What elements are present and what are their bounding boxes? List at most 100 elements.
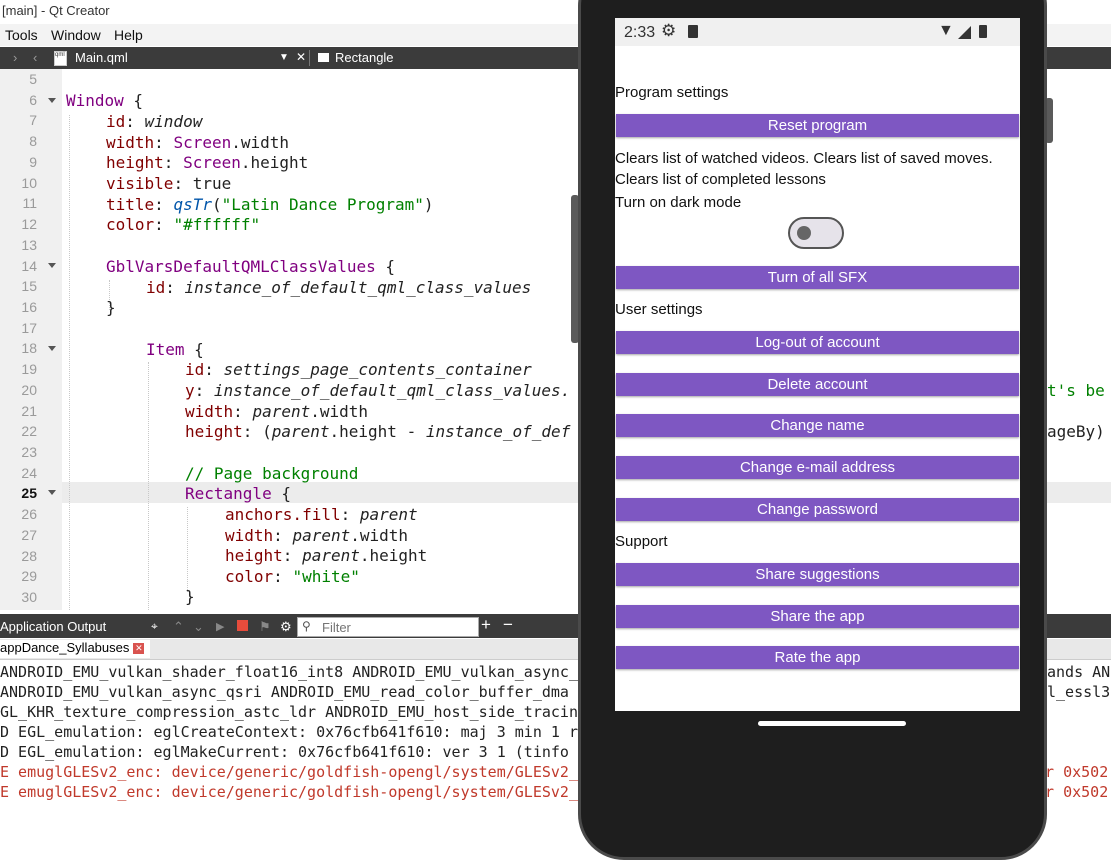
fold-marker-icon[interactable] (48, 490, 56, 495)
code-line-27: width: parent.width (225, 526, 409, 545)
line-number: 29 (21, 568, 37, 584)
status-clock: 2:33 (624, 24, 656, 41)
line-number: 15 (21, 278, 37, 294)
change-password-button[interactable]: Change password (616, 498, 1019, 521)
line-number: 8 (29, 133, 37, 149)
filter-input[interactable] (320, 618, 474, 636)
line-number: 27 (21, 527, 37, 543)
code-line-28: height: parent.height (225, 546, 428, 565)
line-number: 17 (21, 320, 37, 336)
search-icon: ⚲ (302, 619, 311, 633)
qml-file-icon: qml (54, 51, 67, 66)
code-line-22: height: (parent.height - instance_of_def (185, 422, 571, 441)
nav-forward-icon[interactable]: › (13, 50, 17, 65)
rate-app-button[interactable]: Rate the app (616, 646, 1019, 669)
line-number: 5 (29, 71, 37, 87)
logout-button[interactable]: Log-out of account (616, 331, 1019, 354)
plus-icon[interactable]: + (481, 615, 491, 635)
output-line: ANDROID_EMU_vulkan_shader_float16_int8 A… (0, 663, 597, 681)
code-line-11: title: qsTr("Latin Dance Program") (106, 195, 434, 214)
file-tab[interactable]: Main.qml (75, 50, 128, 65)
share-app-button[interactable]: Share the app (616, 605, 1019, 628)
turn-off-sfx-button[interactable]: Turn of all SFX (616, 266, 1019, 289)
attach-debugger-icon[interactable]: ⚑ (259, 619, 271, 635)
line-number: 7 (29, 112, 37, 128)
stop-icon[interactable] (237, 620, 248, 631)
output-tab-label: appDance_Syllabuses (0, 640, 130, 655)
menu-window[interactable]: Window (51, 27, 101, 43)
code-line-12: color: "#ffffff" (106, 215, 261, 234)
rectangle-symbol-icon (318, 53, 329, 62)
fold-marker-icon[interactable] (48, 263, 56, 268)
phone-screen: 2:33 ⚙ ▼ Program settings Reset program … (615, 18, 1020, 711)
toolbar-divider (309, 50, 310, 66)
output-line-tail: l_essl3 (1047, 683, 1111, 701)
minus-icon[interactable]: − (503, 615, 513, 635)
output-line-error: E emuglGLESv2_enc: device/generic/goldfi… (0, 763, 597, 781)
menu-tools[interactable]: Tools (5, 27, 38, 43)
next-icon[interactable]: ⌄ (193, 619, 204, 635)
section-support: Support (615, 533, 668, 550)
code-line-7: id: window (106, 112, 203, 131)
line-number: 11 (22, 195, 37, 211)
change-email-button[interactable]: Change e-mail address (616, 456, 1019, 479)
code-line-10: visible: true (106, 174, 232, 193)
line-number: 26 (21, 506, 37, 522)
indent-guide (187, 507, 189, 592)
line-number: 12 (21, 216, 37, 232)
line-number: 9 (29, 154, 37, 170)
code-line-20: y: instance_of_default_qml_class_values. (185, 381, 571, 400)
nav-back-icon[interactable]: ‹ (33, 50, 37, 65)
line-number: 30 (21, 589, 37, 605)
code-line-24: // Page background (185, 464, 359, 483)
line-number: 24 (21, 465, 37, 481)
line-number: 22 (21, 423, 37, 439)
code-line-21: width: parent.width (185, 402, 369, 421)
symbol-tab[interactable]: Rectangle (335, 50, 394, 65)
code-line-29: color: "white" (225, 567, 360, 586)
close-tab-icon[interactable]: ✕ (133, 643, 145, 655)
line-number: 28 (21, 548, 37, 564)
code-line-18: Item { (146, 340, 204, 359)
code-line-19: id: settings_page_contents_container (185, 360, 532, 379)
output-tab[interactable]: appDance_Syllabuses ✕ (0, 640, 151, 658)
file-dropdown-icon[interactable]: ▼ (279, 52, 289, 63)
line-number: 19 (21, 361, 37, 377)
menu-help[interactable]: Help (114, 27, 143, 43)
fold-marker-icon[interactable] (48, 346, 56, 351)
window-title: [main] - Qt Creator (2, 3, 110, 18)
code-line-26: anchors.fill: parent (225, 505, 418, 524)
code-line-9: height: Screen.height (106, 153, 309, 172)
run-icon[interactable]: ▶ (216, 620, 224, 633)
output-line-error: E emuglGLESv2_enc: device/generic/goldfi… (0, 783, 597, 801)
battery-icon (979, 25, 987, 38)
close-file-icon[interactable]: ✕ (296, 50, 306, 64)
code-line-15: id: instance_of_default_qml_class_values (146, 278, 532, 297)
prev-icon[interactable]: ⌃ (173, 619, 184, 635)
indent-guide (148, 362, 150, 610)
attach-icon[interactable]: ⌖ (151, 619, 158, 634)
line-number: 10 (21, 175, 37, 191)
gear-icon[interactable]: ⚙ (280, 619, 292, 635)
output-line: GL_KHR_texture_compression_astc_ldr ANDR… (0, 703, 587, 721)
dark-mode-switch[interactable] (788, 217, 844, 249)
change-name-button[interactable]: Change name (616, 414, 1019, 437)
wifi-icon: ▼ (938, 22, 954, 39)
gesture-nav-bar[interactable] (758, 721, 906, 726)
reset-description-line-2: Clears list of completed lessons (615, 171, 826, 188)
delete-account-button[interactable]: Delete account (616, 373, 1019, 396)
filter-box: ⚲ (297, 617, 479, 637)
output-line: D EGL_emulation: eglCreateContext: 0x76c… (0, 723, 597, 741)
line-number: 23 (21, 444, 37, 460)
line-number: 16 (21, 299, 37, 315)
status-bar: 2:33 ⚙ ▼ (615, 18, 1020, 46)
section-user-settings: User settings (615, 301, 703, 318)
reset-program-button[interactable]: Reset program (616, 114, 1019, 137)
line-number: 20 (21, 382, 37, 398)
share-suggestions-button[interactable]: Share suggestions (616, 563, 1019, 586)
code-line-6: Window { (66, 91, 144, 110)
line-number: 25 (21, 485, 37, 501)
fold-marker-icon[interactable] (48, 98, 56, 103)
code-line-20-tail: t's be (1047, 381, 1105, 400)
reset-description-line-1: Clears list of watched videos. Clears li… (615, 150, 993, 167)
